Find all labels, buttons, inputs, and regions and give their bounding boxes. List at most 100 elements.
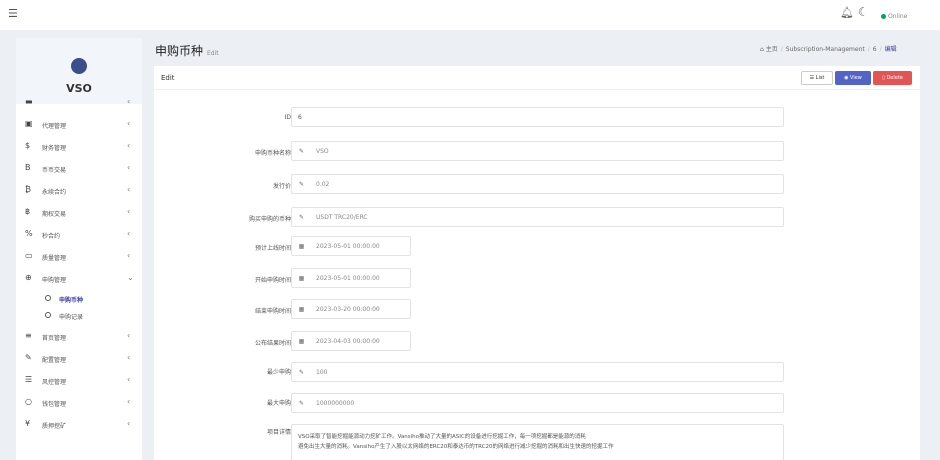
pay-coin-field[interactable]: ✎ USDT TRC20/ERC [291,207,784,227]
lifebuoy-icon: ⊕ [25,273,32,282]
calendar-icon: ▦ [298,337,305,345]
page-subtitle: Edit [207,50,219,57]
menu-toggle-icon[interactable]: ☰ [8,7,18,20]
sidebar-item-second-contract[interactable]: % 秒合约 ‹ [16,228,142,242]
max-field[interactable]: ✎ 1000000000 [291,393,784,413]
breadcrumb-current: 编辑 [884,46,897,53]
calendar-icon: ▦ [298,305,305,313]
field-label: 发行价 [272,183,291,190]
sidebar: VSO ▬ ‹ ▣ 代理管理 ‹ $ 财务管理 ‹ B 币币交易 ‹ ₿ 永续合… [16,38,142,460]
sidebar-item-staking[interactable]: ¥ 质押挖矿 ‹ [16,418,142,432]
sidebar-subitem-coin[interactable]: 申购币种 [16,293,142,305]
logo-icon [71,58,87,74]
min-field[interactable]: ✎ 100 [291,362,784,382]
menu-icon: ▬ [25,97,33,106]
pencil-icon: ✎ [298,180,305,188]
pencil-icon: ✎ [298,399,305,407]
circle-icon [45,312,51,318]
sidebar-banner: VSO [16,38,142,104]
wrench-icon: ✎ [25,353,32,362]
sidebar-item-home[interactable]: ≡ 首页管理 ‹ [16,330,142,344]
field-label: 公布结果时间 [254,340,291,347]
circle-icon [45,295,51,301]
bitcoin-icon: B [25,163,31,172]
chevron-left-icon: ‹ [127,251,131,260]
chevron-left-icon: ‹ [127,185,131,194]
circle-icon: ○ [25,397,32,406]
edit-panel: Edit ☰ List ◉ View ▯ Delete ID 6 申购币种名称 … [154,66,920,460]
bitcoin-icon: ₿ [25,185,31,194]
logo-text: VSO [66,82,92,95]
sidebar-item-partial[interactable]: ▬ ‹ [16,96,142,110]
dollar-icon: $ [25,141,31,150]
chevron-left-icon: ‹ [127,353,131,362]
sidebar-item-agent[interactable]: ▣ 代理管理 ‹ [16,118,142,132]
breadcrumb-id[interactable]: 6 [873,46,877,53]
sidebar-item-subscription[interactable]: ⊕ 申购管理 ⌄ [16,272,142,286]
chevron-left-icon: ‹ [127,375,131,384]
calendar-icon: ▦ [298,242,305,250]
chevron-left-icon: ‹ [127,207,131,216]
page-title: 申购币种 Edit [155,44,219,58]
card-icon: ▭ [25,251,33,260]
details-textarea[interactable]: VSO采取了智能挖掘能源动力挖矿工作。Vansiho推动了大量的ASIC的设备进… [291,424,784,460]
bitcoin-icon: ฿ [25,207,31,216]
field-label: 预计上线时间 [254,245,291,252]
chevron-left-icon: ‹ [127,163,131,172]
end-time-field[interactable]: ▦ 2023-03-20 00:00:00 [291,299,411,319]
moon-icon[interactable]: ☾ [858,5,869,19]
chevron-left-icon: ‹ [127,97,131,106]
bell-icon[interactable]: 🔔︎ [840,6,854,19]
sidebar-subitem-records[interactable]: 申购记录 [16,310,142,322]
price-field[interactable]: ✎ 0.02 [291,174,784,194]
yen-icon: ¥ [25,419,31,428]
field-label: 项目详情 [266,429,291,436]
pencil-icon: ✎ [298,213,305,221]
field-label: 结束申购时间 [254,308,291,315]
sidebar-item-perpetual[interactable]: ₿ 永续合约 ‹ [16,184,142,198]
view-button[interactable]: ◉ View [835,71,871,85]
sidebar-item-wallet[interactable]: ○ 钱包管理 ‹ [16,396,142,410]
status-dot [881,14,886,19]
chevron-left-icon: ‹ [127,397,131,406]
field-label: 申购币种名称 [254,150,291,157]
id-field[interactable]: 6 [291,107,784,127]
field-label: 最少申购 [266,369,291,376]
pencil-icon: ✎ [298,368,305,376]
pencil-icon: ✎ [298,147,305,155]
sidebar-item-finance[interactable]: $ 财务管理 ‹ [16,140,142,154]
chevron-down-icon: ⌄ [127,273,134,282]
home-icon: ⌂ [760,46,764,53]
chevron-left-icon: ‹ [127,141,131,150]
chevron-left-icon: ‹ [127,119,131,128]
breadcrumb-section[interactable]: Subscription-Management [786,46,865,53]
list-button[interactable]: ☰ List [801,71,833,85]
chevron-left-icon: ‹ [127,419,131,428]
breadcrumb: ⌂ 主页 / Subscription-Management/6/编辑 [760,46,897,53]
sidebar-item-options[interactable]: ฿ 期权交易 ‹ [16,206,142,220]
list-icon: ☰ [25,375,33,384]
online-status[interactable]: Online [881,13,907,20]
announce-time-field[interactable]: ▦ 2023-04-03 00:00:00 [291,331,411,351]
panel-header: Edit ☰ List ◉ View ▯ Delete [154,66,920,90]
id-card-icon: ▣ [25,119,33,128]
field-label: 购买申购的币种 [248,216,291,223]
sidebar-item-spot[interactable]: B 币币交易 ‹ [16,162,142,176]
expected-time-field[interactable]: ▦ 2023-05-01 00:00:00 [291,236,411,256]
name-field[interactable]: ✎ VSO [291,141,784,161]
sidebar-item-risk[interactable]: ☰ 风控管理 ‹ [16,374,142,388]
field-label: 开始申购时间 [254,277,291,284]
bars-icon: ≡ [25,331,32,340]
delete-button[interactable]: ▯ Delete [873,71,912,85]
field-label: 最大申购 [266,400,291,407]
start-time-field[interactable]: ▦ 2023-05-01 00:00:00 [291,268,411,288]
calendar-icon: ▦ [298,274,305,282]
breadcrumb-home[interactable]: 主页 [766,46,778,53]
percent-icon: % [25,229,33,238]
sidebar-item-config[interactable]: ✎ 配置管理 ‹ [16,352,142,366]
chevron-left-icon: ‹ [127,229,131,238]
chevron-left-icon: ‹ [127,331,131,340]
top-bar: ☰ 🔔︎ ☾ Online [0,0,940,30]
sidebar-item-quality[interactable]: ▭ 质量管理 ‹ [16,250,142,264]
panel-title: Edit [161,74,175,82]
